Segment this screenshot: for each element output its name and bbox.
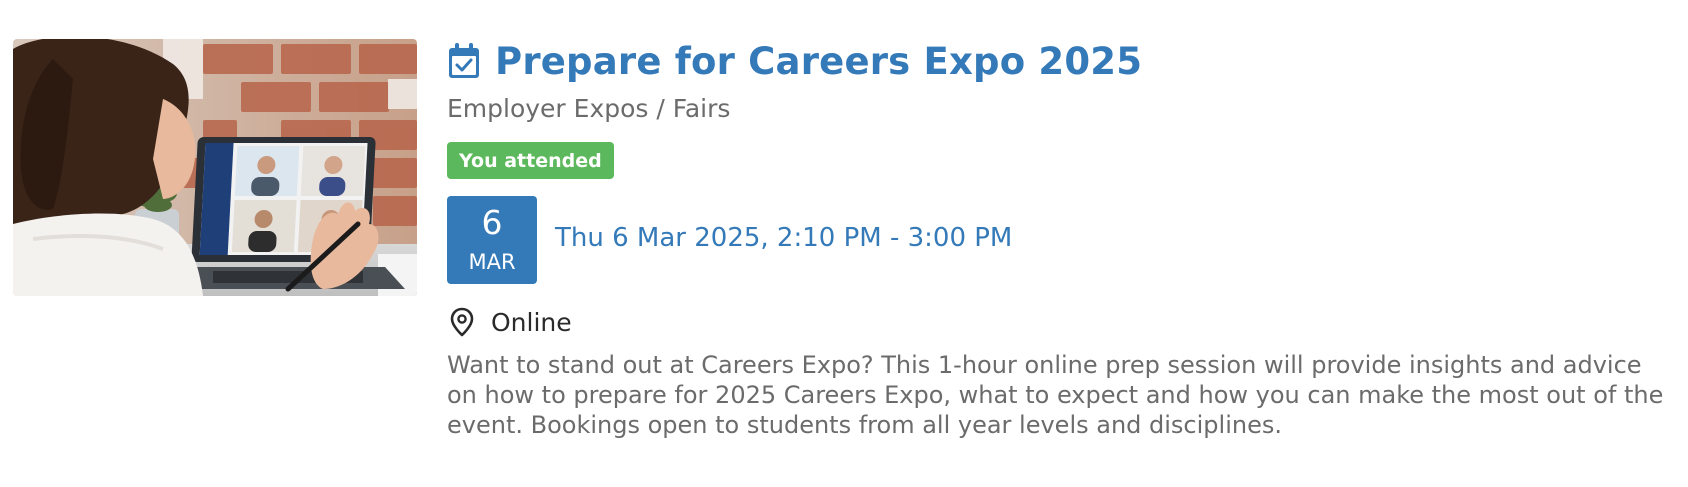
event-title[interactable]: Prepare for Careers Expo 2025 [495,40,1142,83]
calendar-check-icon [447,42,481,80]
attendance-badge: You attended [447,142,614,179]
event-location-row: Online [449,305,572,339]
date-month: MAR [468,250,516,274]
event-category: Employer Expos / Fairs [447,94,731,123]
date-box: 6 MAR [447,196,537,284]
date-day: 6 [481,203,503,242]
event-card: Prepare for Careers Expo 2025 Employer E… [0,0,1688,487]
map-pin-icon [449,307,475,337]
event-description: Want to stand out at Careers Expo? This … [447,351,1664,439]
event-datetime: Thu 6 Mar 2025, 2:10 PM - 3:00 PM [555,223,1013,253]
event-thumbnail[interactable] [13,39,417,296]
event-location: Online [491,307,572,337]
event-title-row[interactable]: Prepare for Careers Expo 2025 [447,36,1142,86]
